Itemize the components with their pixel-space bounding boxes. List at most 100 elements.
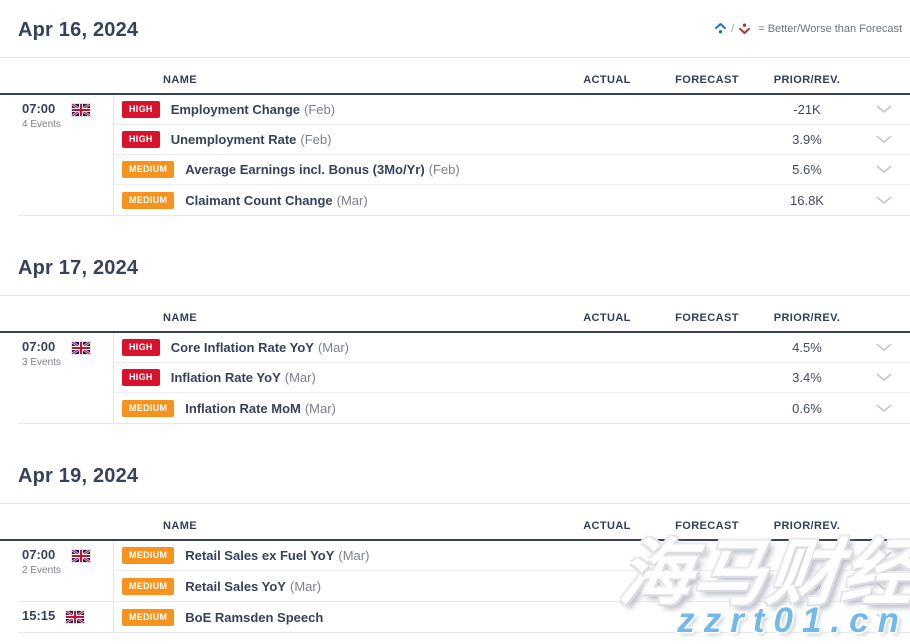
event-row[interactable]: HIGH Employment Change (Feb) -21K — [114, 95, 910, 125]
event-list: HIGH Employment Change (Feb) -21K HIGH U… — [113, 95, 910, 215]
time-block: 15:15 — [22, 608, 55, 632]
event-row[interactable]: MEDIUM Inflation Rate MoM (Mar) 0.6% — [114, 393, 910, 423]
column-header-name: NAME — [0, 520, 557, 532]
column-header-prior: PRIOR/REV. — [757, 74, 857, 86]
column-header-forecast: FORECAST — [657, 74, 757, 86]
event-name-cell: Inflation Rate YoY (Mar) — [160, 370, 557, 385]
chevron-down-icon[interactable] — [857, 613, 910, 622]
prior-value: 4.5% — [757, 340, 857, 355]
time-group: 07:00 3 Events HIGH Core Inflation Rate … — [18, 333, 910, 424]
event-name: Retail Sales YoY — [185, 579, 286, 594]
prior-value: 5.6% — [757, 162, 857, 177]
event-period: (Mar) — [337, 193, 368, 208]
event-name-cell: Average Earnings incl. Bonus (3Mo/Yr) (F… — [174, 162, 557, 177]
column-header-forecast: FORECAST — [657, 520, 757, 532]
date-section: Apr 19, 2024 NAME ACTUAL FORECAST PRIOR/… — [0, 464, 910, 633]
event-period: (Feb) — [429, 162, 460, 177]
section-date-heading: Apr 16, 2024 — [0, 18, 910, 42]
prior-value: -0.5% — [757, 548, 857, 563]
chevron-down-icon[interactable] — [857, 165, 910, 174]
date-section: Apr 16, 2024 NAME ACTUAL FORECAST PRIOR/… — [0, 18, 910, 216]
event-row[interactable]: MEDIUM Average Earnings incl. Bonus (3Mo… — [114, 155, 910, 185]
event-name-cell: Core Inflation Rate YoY (Mar) — [160, 340, 557, 355]
time-group: 07:00 2 Events MEDIUM Retail Sales ex Fu… — [18, 541, 910, 602]
calendar-sections: Apr 16, 2024 NAME ACTUAL FORECAST PRIOR/… — [0, 0, 910, 644]
event-row[interactable]: HIGH Unemployment Rate (Feb) 3.9% — [114, 125, 910, 155]
time-column: 15:15 — [18, 602, 113, 632]
column-header-forecast: FORECAST — [657, 312, 757, 324]
event-name-cell: Inflation Rate MoM (Mar) — [174, 401, 557, 416]
event-row[interactable]: MEDIUM Claimant Count Change (Mar) 16.8K — [114, 185, 910, 215]
prior-value: -21K — [757, 102, 857, 117]
event-list: MEDIUM Retail Sales ex Fuel YoY (Mar) -0… — [113, 541, 910, 601]
event-count: 2 Events — [22, 565, 61, 576]
event-name: Unemployment Rate — [171, 132, 297, 147]
time-group: 15:15 MEDIUM BoE Ramsden Speech — [18, 602, 910, 633]
impact-badge: MEDIUM — [122, 609, 174, 626]
event-name-cell: Retail Sales YoY (Mar) — [174, 579, 557, 594]
table-header: NAME ACTUAL FORECAST PRIOR/REV. — [0, 58, 910, 95]
event-row[interactable]: MEDIUM BoE Ramsden Speech — [114, 602, 910, 632]
table-header: NAME ACTUAL FORECAST PRIOR/REV. — [0, 296, 910, 333]
uk-flag-icon — [71, 549, 91, 601]
event-list: HIGH Core Inflation Rate YoY (Mar) 4.5% … — [113, 333, 910, 423]
chevron-down-icon[interactable] — [857, 373, 910, 382]
date-section: Apr 17, 2024 NAME ACTUAL FORECAST PRIOR/… — [0, 256, 910, 424]
event-name: Inflation Rate MoM — [185, 401, 301, 416]
event-name-cell: Retail Sales ex Fuel YoY (Mar) — [174, 548, 557, 563]
section-date-heading: Apr 17, 2024 — [0, 256, 910, 280]
event-list: MEDIUM BoE Ramsden Speech — [113, 602, 910, 632]
section-date-heading: Apr 19, 2024 — [0, 464, 910, 488]
column-header-prior: PRIOR/REV. — [757, 312, 857, 324]
impact-badge: MEDIUM — [122, 192, 174, 209]
impact-badge: MEDIUM — [122, 400, 174, 417]
event-name-cell: Employment Change (Feb) — [160, 102, 557, 117]
time-block: 07:00 4 Events — [22, 101, 61, 215]
prior-value: 16.8K — [757, 193, 857, 208]
time-column: 07:00 3 Events — [18, 333, 113, 423]
impact-badge: HIGH — [122, 131, 160, 148]
event-name-cell: Unemployment Rate (Feb) — [160, 132, 557, 147]
event-period: (Mar) — [290, 579, 321, 594]
group-list: 07:00 2 Events MEDIUM Retail Sales ex Fu… — [0, 541, 910, 633]
prior-value: 3.4% — [757, 370, 857, 385]
group-list: 07:00 4 Events HIGH Employment Change (F… — [0, 95, 910, 216]
event-row[interactable]: MEDIUM Retail Sales YoY (Mar) -0.4% — [114, 571, 910, 601]
column-header-prior: PRIOR/REV. — [757, 520, 857, 532]
event-row[interactable]: HIGH Core Inflation Rate YoY (Mar) 4.5% — [114, 333, 910, 363]
table-header: NAME ACTUAL FORECAST PRIOR/REV. — [0, 504, 910, 541]
economic-calendar-page: / = Better/Worse than Forecast Apr 16, 2… — [0, 0, 910, 644]
impact-badge: MEDIUM — [122, 547, 174, 564]
chevron-down-icon[interactable] — [857, 404, 910, 413]
impact-badge: HIGH — [122, 101, 160, 118]
event-row[interactable]: HIGH Inflation Rate YoY (Mar) 3.4% — [114, 363, 910, 393]
event-name: Retail Sales ex Fuel YoY — [185, 548, 334, 563]
event-row[interactable]: MEDIUM Retail Sales ex Fuel YoY (Mar) -0… — [114, 541, 910, 571]
chevron-down-icon[interactable] — [857, 582, 910, 591]
chevron-down-icon[interactable] — [857, 135, 910, 144]
event-time: 07:00 — [22, 339, 61, 355]
event-period: (Mar) — [285, 370, 316, 385]
column-header-name: NAME — [0, 312, 557, 324]
event-name: Core Inflation Rate YoY — [171, 340, 314, 355]
impact-badge: MEDIUM — [122, 578, 174, 595]
event-name: Inflation Rate YoY — [171, 370, 281, 385]
chevron-down-icon[interactable] — [857, 343, 910, 352]
event-name: Claimant Count Change — [185, 193, 332, 208]
uk-flag-icon — [71, 103, 91, 215]
chevron-down-icon[interactable] — [857, 196, 910, 205]
impact-badge: HIGH — [122, 369, 160, 386]
event-period: (Feb) — [304, 102, 335, 117]
column-header-name: NAME — [0, 74, 557, 86]
event-name: Employment Change — [171, 102, 300, 117]
chevron-down-icon[interactable] — [857, 105, 910, 114]
uk-flag-icon — [65, 610, 85, 632]
uk-flag-icon — [71, 341, 91, 423]
event-time: 15:15 — [22, 608, 55, 624]
event-time: 07:00 — [22, 101, 61, 117]
event-time: 07:00 — [22, 547, 61, 563]
event-name-cell: Claimant Count Change (Mar) — [174, 193, 557, 208]
chevron-down-icon[interactable] — [857, 551, 910, 560]
event-name-cell: BoE Ramsden Speech — [174, 610, 557, 625]
time-group: 07:00 4 Events HIGH Employment Change (F… — [18, 95, 910, 216]
